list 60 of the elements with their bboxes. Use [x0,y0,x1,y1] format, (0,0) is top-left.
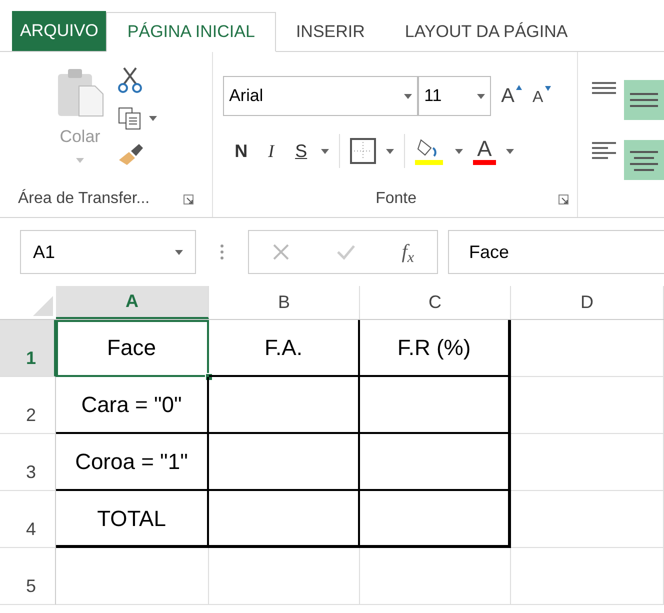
down-triangle-icon [545,86,552,90]
more-icon [220,243,224,261]
dialog-launcher-icon[interactable] [558,194,569,204]
column-header[interactable]: B [209,286,360,319]
dropdown-caret-icon[interactable] [175,250,183,254]
group-label: Fonte [376,189,416,209]
row-header[interactable]: 4 [0,491,56,548]
table-cell[interactable]: F.R (%) [360,320,511,377]
copy-icon[interactable] [117,106,143,130]
group-label: Área de Transfer... [18,188,150,209]
table-cell[interactable] [360,377,511,434]
table-cell[interactable] [360,434,511,491]
table-cell[interactable]: F.A. [209,320,360,377]
column-header[interactable]: A [56,286,209,319]
row-header[interactable]: 3 [0,434,56,491]
dropdown-caret-icon[interactable] [321,148,330,154]
table-cell[interactable] [209,491,360,548]
align-center-icon[interactable] [624,140,664,180]
dropdown-caret-icon[interactable] [386,148,394,154]
dropdown-caret-icon[interactable] [506,148,514,154]
dropdown-caret-icon[interactable] [149,116,157,120]
ribbon-tab[interactable]: INSERIR [276,12,385,52]
up-triangle-icon [516,84,522,90]
borders-icon[interactable] [350,138,376,164]
underline-button[interactable]: S [291,138,312,164]
italic-button[interactable]: I [261,138,282,164]
dialog-launcher-icon[interactable] [183,194,194,204]
ribbon-tab[interactable]: LAYOUT DA PÁGINA [384,12,588,52]
file-tab[interactable]: ARQUIVO [12,11,106,51]
font-size-field[interactable]: 11 [418,76,492,116]
row-header[interactable]: 5 [0,548,56,605]
check-icon[interactable] [336,244,356,260]
insert-function-button[interactable]: f$_{x}$ [402,237,414,267]
column-header[interactable]: C [360,286,511,319]
font-name-field[interactable]: Arial [223,76,418,116]
table-cell[interactable]: Face [56,320,209,377]
dropdown-caret-icon[interactable] [477,94,486,98]
table-cell[interactable]: Coroa = "1" [56,434,209,491]
row-header[interactable]: 1 [0,320,56,377]
scissors-icon[interactable] [117,66,143,94]
table-cell[interactable]: TOTAL [56,491,209,548]
table-cell[interactable] [360,491,511,548]
format-painter-icon[interactable] [117,142,145,166]
row-header[interactable]: 2 [0,377,56,434]
table-cell[interactable] [209,434,360,491]
grow-font-button[interactable]: A [501,81,516,111]
ribbon-tab[interactable]: PÁGINA INICIAL [106,12,276,52]
bold-button[interactable]: N [231,138,252,164]
font-color-button[interactable]: A [473,138,496,164]
formula-field[interactable]: Face [448,230,664,274]
name-box[interactable]: A1 [20,230,196,274]
align-middle-icon[interactable] [624,80,664,120]
fill-color-icon[interactable] [415,136,446,166]
align-left-icon[interactable] [592,140,616,160]
table-cell[interactable]: Cara = "0" [56,377,209,434]
dropdown-caret-icon[interactable] [455,148,464,154]
column-header[interactable]: D [511,286,664,319]
table-cell[interactable] [209,377,360,434]
dropdown-caret-icon[interactable] [404,94,412,98]
shrink-font-button[interactable]: A [532,86,546,110]
